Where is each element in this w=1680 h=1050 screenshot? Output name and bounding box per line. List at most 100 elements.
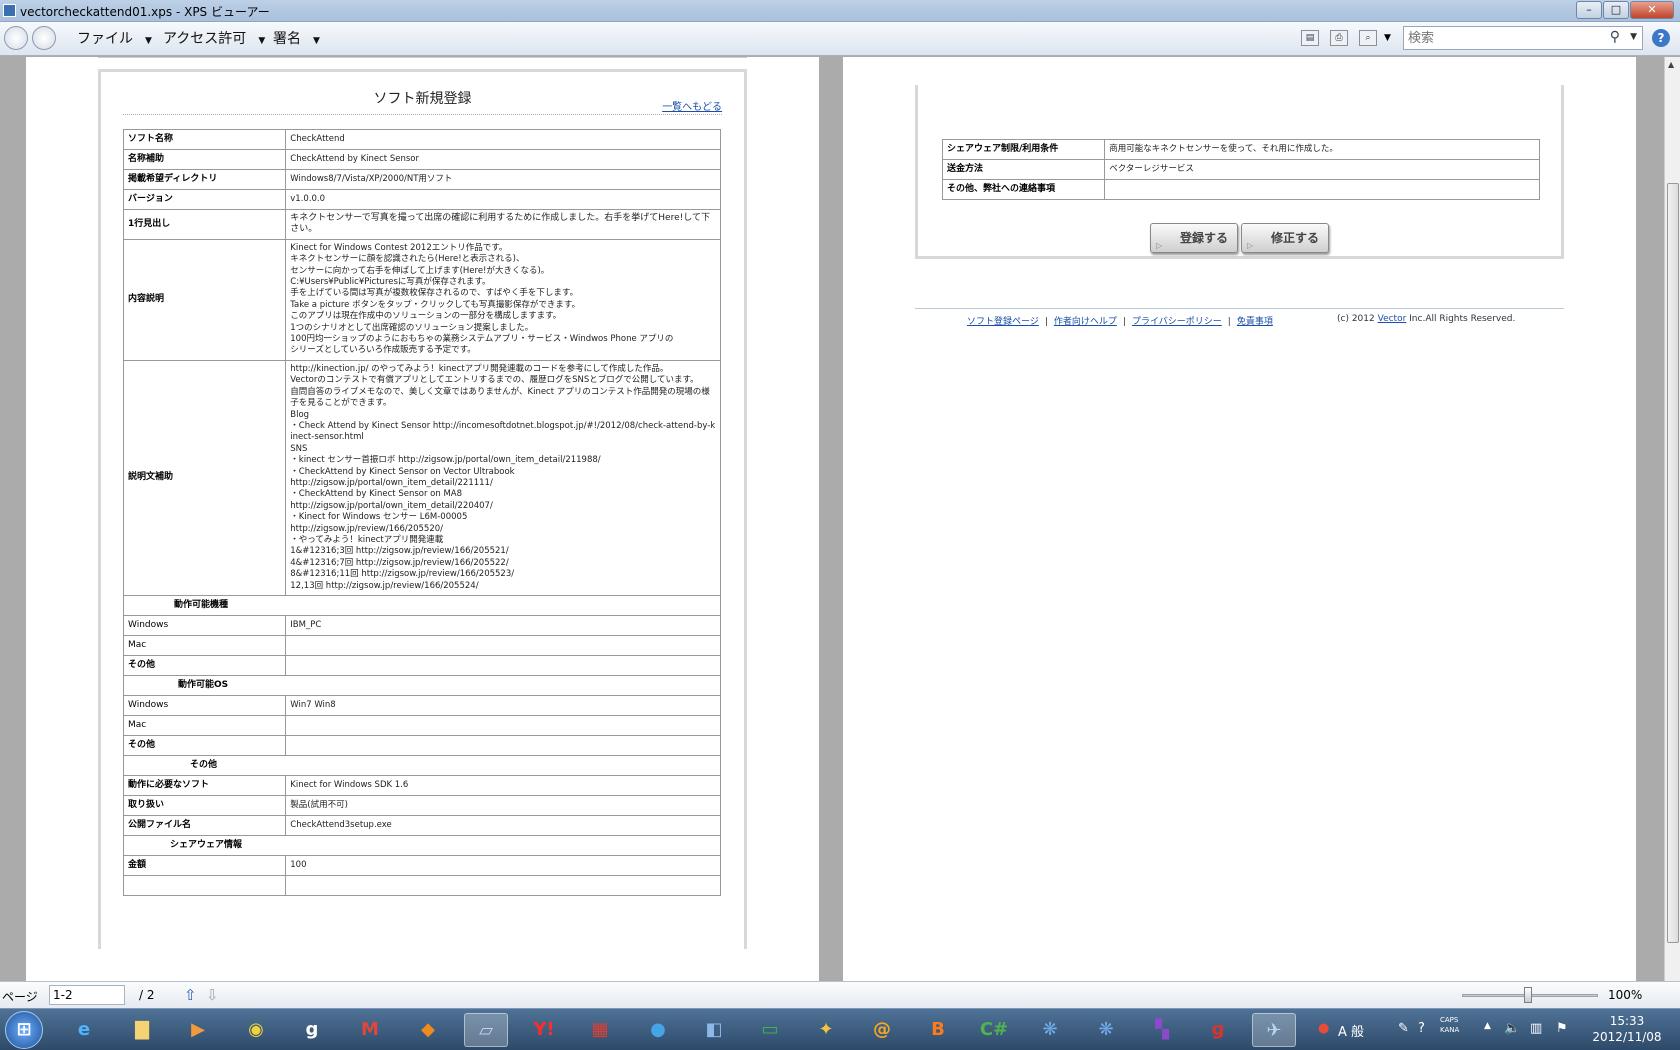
footer-link-software-registration[interactable]: ソフト登録ページ <box>967 317 1039 327</box>
zoom-slider-handle[interactable] <box>1524 987 1532 1003</box>
ime-tools-icon[interactable]: ✎ <box>1398 1021 1409 1036</box>
paw-icon[interactable]: ❋ <box>1084 1013 1128 1047</box>
office-icon[interactable]: ◆ <box>406 1013 450 1047</box>
row-value: Kinect for Windows SDK 1.6 <box>285 775 721 796</box>
zoom-icon[interactable]: ⌕ <box>1359 30 1377 46</box>
row-label: その他 <box>122 735 287 756</box>
minimize-button[interactable]: – <box>1576 1 1602 19</box>
next-page-icon[interactable]: ⇩ <box>206 986 219 1004</box>
action-center-icon[interactable]: ⚑ <box>1556 1021 1568 1036</box>
back-button[interactable] <box>4 26 28 50</box>
play-icon: ▷ <box>1247 241 1254 250</box>
help-icon[interactable]: ? <box>1652 29 1670 47</box>
vertical-scrollbar[interactable]: ▲ <box>1664 57 1680 981</box>
table-row: シェアウェア制限/利用条件 商用可能なキネクトセンサーを使って、それ用に作成した。 <box>941 139 1540 160</box>
internet-explorer-icon[interactable]: e <box>62 1013 106 1047</box>
excel-icon[interactable]: ▭ <box>748 1013 792 1047</box>
xps-app-icon <box>3 4 16 17</box>
volume-icon[interactable]: 🔈 <box>1504 1021 1520 1036</box>
app-store-icon[interactable]: ▦ <box>578 1013 622 1047</box>
menu-signature[interactable]: 署名 ▼ <box>273 28 320 48</box>
messenger-icon[interactable]: ✈ <box>1252 1013 1296 1047</box>
visual-studio-icon[interactable]: ◧ <box>692 1013 736 1047</box>
menu-file[interactable]: ファイル ▼ <box>77 28 152 48</box>
table-row: 説明文補助 http://kinection.jp/ のやってみよう！kinect… <box>122 359 721 597</box>
network-tray-icon[interactable]: ▥ <box>1530 1021 1542 1036</box>
row-label: 取り扱い <box>122 795 287 816</box>
section-shareware: シェアウェア情報 <box>123 835 721 856</box>
mail-icon[interactable]: @ <box>860 1013 904 1047</box>
xps-viewer-icon[interactable]: ▱ <box>464 1013 508 1047</box>
table-row: バージョン v1.0.0.0 <box>122 189 721 210</box>
thumbnail-view-icon[interactable]: ▤ <box>1301 30 1319 46</box>
window-title: vectorcheckattend01.xps - XPS ビューアー <box>20 5 270 19</box>
media-player-icon[interactable]: ▶ <box>176 1013 220 1047</box>
previous-page-icon[interactable]: ⇧ <box>184 986 197 1004</box>
help-icon[interactable]: ? <box>1418 1021 1425 1036</box>
antivirus-icon[interactable]: ● <box>1318 1021 1329 1036</box>
windows-start-icon[interactable]: ⊞ <box>5 1011 43 1049</box>
close-button[interactable]: ✕ <box>1630 1 1674 19</box>
footer-link-author-help[interactable]: 作者向けヘルプ <box>1054 317 1117 327</box>
explorer-icon[interactable]: ▇ <box>120 1013 164 1047</box>
google-icon[interactable]: g <box>290 1013 334 1047</box>
section-other: その他 <box>123 755 721 776</box>
gmail-g-icon[interactable]: g <box>1196 1013 1240 1047</box>
chevron-down-icon: ▼ <box>145 36 152 46</box>
table-row: Mac <box>122 635 721 656</box>
row-value: Kinect for Windows Contest 2012エントリ作品です。… <box>285 238 721 361</box>
csharp-icon[interactable]: C# <box>972 1013 1016 1047</box>
row-value: 100 <box>285 855 721 876</box>
network-icon[interactable]: ● <box>636 1013 680 1047</box>
scroll-up-icon[interactable]: ▲ <box>1668 60 1674 69</box>
menu-bar: ファイル▼ アクセス許可▼ 署名▼ ▤ ⎙ ⌕ ▼ ⚲ ▼ ? <box>0 22 1680 56</box>
row-label: その他、弊社への連絡事項 <box>941 179 1106 200</box>
clock[interactable]: 15:33 2012/11/08 <box>1588 1013 1666 1045</box>
page-number-input[interactable]: 1-2 <box>49 985 125 1005</box>
scrollbar-thumb[interactable] <box>1667 183 1679 943</box>
chrome-icon[interactable]: ◉ <box>234 1013 278 1047</box>
row-value <box>1104 179 1540 200</box>
row-label: 送金方法 <box>941 159 1106 180</box>
vector-link[interactable]: Vector <box>1378 314 1407 324</box>
chevron-down-icon[interactable]: ▼ <box>1630 32 1637 42</box>
search-input[interactable] <box>1408 29 1598 47</box>
row-label: 名称補助 <box>122 149 287 170</box>
paw-icon[interactable]: ❋ <box>1028 1013 1072 1047</box>
footer-link-privacy[interactable]: プライバシーポリシー <box>1132 317 1222 327</box>
chevron-down-icon[interactable]: ▼ <box>1384 33 1391 43</box>
search-icon[interactable]: ⚲ <box>1610 29 1620 45</box>
row-value: 商用可能なキネクトセンサーを使って、それ用に作成した。 <box>1104 139 1540 160</box>
row-value <box>285 715 721 736</box>
print-icon[interactable]: ⎙ <box>1330 30 1348 46</box>
row-label: Mac <box>122 635 287 656</box>
row-label: バージョン <box>122 189 287 210</box>
show-hidden-icons-icon[interactable]: ▲ <box>1484 1021 1491 1031</box>
row-value <box>285 655 721 676</box>
yahoo-icon[interactable]: Y! <box>522 1013 566 1047</box>
gmail-icon[interactable]: M <box>348 1013 392 1047</box>
table-row: 内容説明 Kinect for Windows Contest 2012エントリ作… <box>122 238 721 361</box>
blogger-icon[interactable]: B <box>916 1013 960 1047</box>
menu-permissions[interactable]: アクセス許可 ▼ <box>163 28 265 48</box>
row-label: 1行見出し <box>122 209 287 240</box>
footer-link-disclaimer[interactable]: 免責事項 <box>1237 317 1273 327</box>
row-value: IBM_PC <box>285 615 721 636</box>
row-label: Mac <box>122 715 287 736</box>
back-to-list-link[interactable]: 一覧へもどる <box>662 98 722 113</box>
status-bar: ページ 1-2 / 2 ⇧ ⇩ 100% <box>0 981 1680 1008</box>
table-row: その他 <box>122 655 721 676</box>
ime-indicator[interactable]: A 般 <box>1338 1021 1364 1040</box>
register-button[interactable]: ▷ 登録する <box>1150 223 1238 253</box>
caps-indicator: CAPS KANA <box>1440 1016 1460 1034</box>
row-value: ベクターレジサービス <box>1104 159 1540 180</box>
row-value: CheckAttend <box>285 129 721 150</box>
forward-button[interactable] <box>32 26 56 50</box>
onenote-icon[interactable]: ▚ <box>1140 1013 1184 1047</box>
row-value <box>285 735 721 756</box>
maps-icon[interactable]: ✦ <box>804 1013 848 1047</box>
edit-button[interactable]: ▷ 修正する <box>1241 223 1329 253</box>
maximize-button[interactable]: □ <box>1603 1 1629 19</box>
document-page-2: シェアウェア制限/利用条件 商用可能なキネクトセンサーを使って、それ用に作成した。… <box>843 57 1636 981</box>
search-box[interactable]: ⚲ ▼ <box>1403 26 1643 50</box>
